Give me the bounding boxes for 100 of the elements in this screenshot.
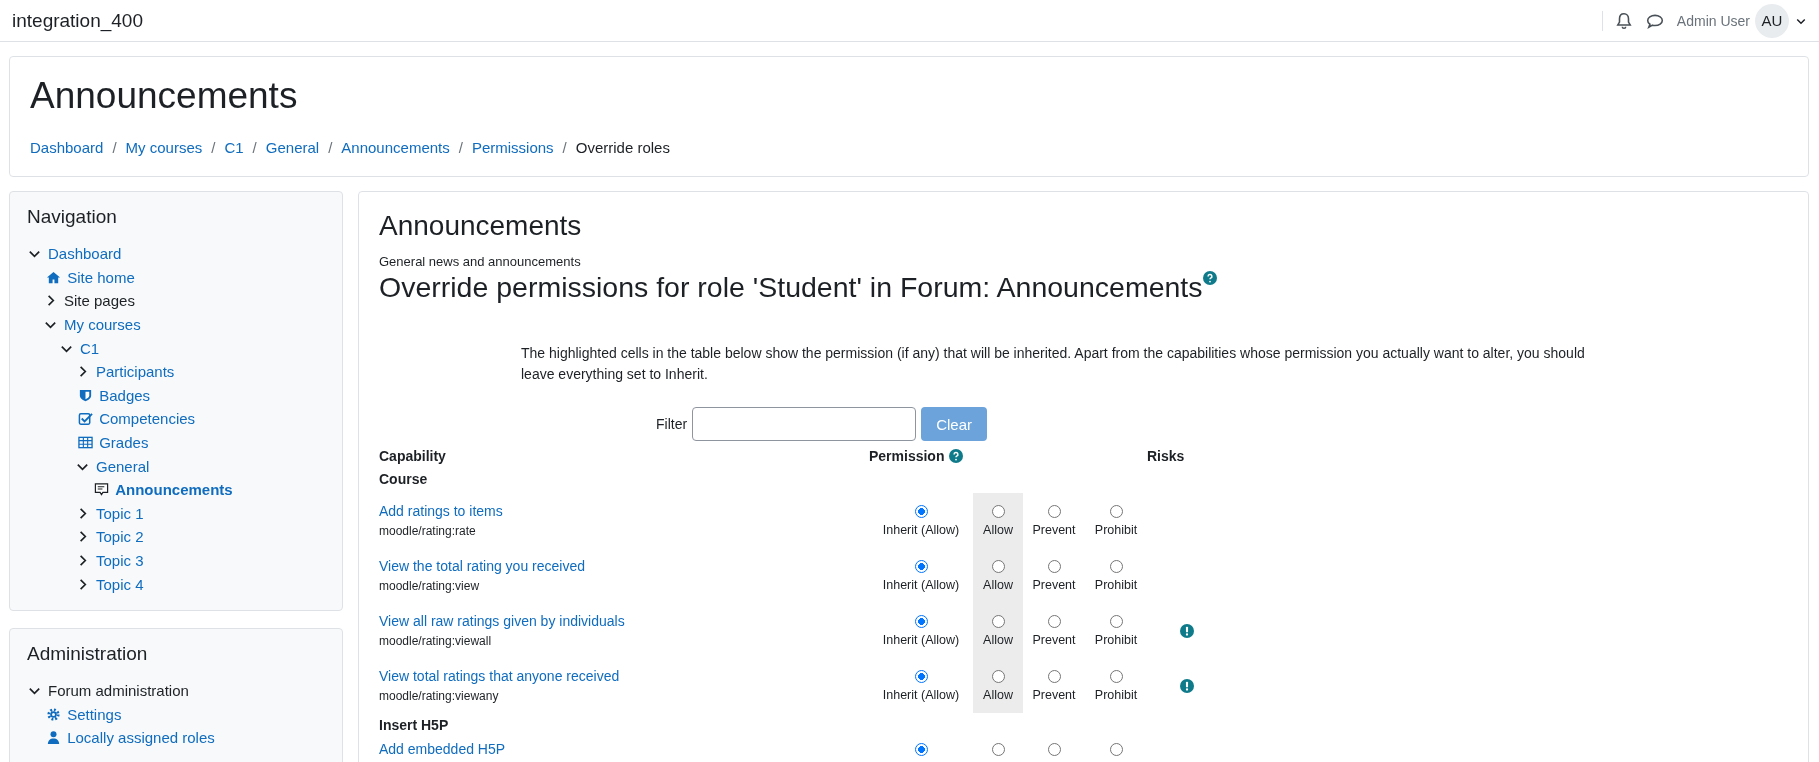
current-page-label: Override roles	[575, 139, 670, 156]
nav-link[interactable]: Participants	[96, 363, 175, 381]
permission-radio[interactable]	[914, 743, 928, 756]
permission-label: Inherit (Allow)	[882, 687, 960, 702]
permission-label: Inherit (Allow)	[882, 522, 960, 537]
permission-radio[interactable]	[1047, 743, 1061, 756]
permission-label: Allow	[983, 577, 1013, 592]
risk-icon	[1180, 678, 1194, 693]
user-avatar[interactable]: AU	[1755, 3, 1789, 38]
breadcrumb-separator: /	[562, 139, 567, 156]
permission-radio[interactable]	[1047, 504, 1061, 518]
permission-label: Inherit (Allow)	[882, 577, 960, 592]
permission-radio[interactable]	[1109, 669, 1123, 683]
filter-label: Filter	[656, 416, 688, 432]
permission-label: Prevent	[1032, 577, 1076, 592]
nav-link[interactable]: Topic 2	[96, 528, 144, 546]
capability-code: moodle/rating:viewall	[379, 634, 492, 648]
breadcrumb-separator: /	[252, 139, 257, 156]
permission-radio[interactable]	[991, 559, 1005, 573]
nav-link[interactable]: Forum administration	[48, 682, 189, 700]
section-heading: Insert H5P	[379, 716, 450, 735]
permission-radio[interactable]	[991, 669, 1005, 683]
permission-radio[interactable]	[1047, 669, 1061, 683]
info-text: The highlighted cells in the table below show the permission (if any) that will be inherited. Apart from the capabilities whose permission you actually want to alter, you should leave everything set to Inherit.	[521, 344, 1586, 384]
table-icon	[78, 435, 94, 451]
permission-label: Prohibit	[1094, 632, 1138, 647]
help-icon[interactable]	[1202, 271, 1217, 285]
permission-radio[interactable]	[991, 504, 1005, 518]
block-title: Administration	[27, 642, 149, 665]
permission-label: Allow	[983, 522, 1013, 537]
nav-link[interactable]: Locally assigned roles	[67, 729, 215, 747]
nav-link[interactable]: Badges	[99, 386, 151, 404]
capability-link[interactable]: View the total rating you received	[379, 558, 585, 574]
breadcrumb-link[interactable]: General	[265, 139, 320, 156]
breadcrumb-separator: /	[112, 139, 117, 156]
capability-code: moodle/rating:view	[379, 579, 480, 593]
shield-icon	[78, 387, 94, 403]
breadcrumb-separator: /	[458, 139, 463, 156]
permission-radio[interactable]	[914, 559, 928, 573]
capability-link[interactable]: Add ratings to items	[379, 503, 503, 519]
column-header: Permission	[869, 448, 945, 464]
risk-icon	[1180, 623, 1194, 638]
activity-description: General news and announcements	[379, 254, 582, 269]
home-icon	[46, 269, 62, 285]
column-header: Risks	[1147, 447, 1186, 466]
nav-link[interactable]: Site pages	[64, 292, 135, 310]
user-name[interactable]: Admin User	[1676, 12, 1750, 29]
speech-bubble-icon	[94, 482, 110, 498]
permission-label: Prohibit	[1094, 687, 1138, 702]
permission-radio[interactable]	[914, 669, 928, 683]
settings-icon	[46, 706, 62, 722]
permission-radio[interactable]	[1109, 743, 1123, 756]
capability-link[interactable]: View all raw ratings given by individuals	[379, 613, 625, 629]
nav-link[interactable]: Announcements	[115, 481, 233, 499]
breadcrumb-link[interactable]: C1	[224, 139, 244, 156]
nav-link[interactable]: Topic 4	[96, 575, 144, 593]
column-header: Capability	[379, 447, 447, 466]
permission-label: Prevent	[1032, 632, 1076, 647]
nav-link[interactable]: Competencies	[99, 410, 196, 428]
permission-radio[interactable]	[1109, 614, 1123, 628]
nav-link[interactable]: Site home	[67, 268, 135, 286]
capability-link[interactable]: View total ratings that anyone received	[379, 668, 620, 684]
permission-radio[interactable]	[1047, 614, 1061, 628]
user-icon	[46, 730, 62, 746]
bell-icon[interactable]	[1614, 11, 1633, 30]
permission-label: Inherit (Allow)	[882, 632, 960, 647]
breadcrumb-link[interactable]: My courses	[125, 139, 203, 156]
activity-title: Announcements	[379, 210, 583, 242]
block-title: Navigation	[27, 206, 118, 228]
permission-radio[interactable]	[991, 614, 1005, 628]
permission-radio[interactable]	[1047, 559, 1061, 573]
nav-link[interactable]: C1	[80, 339, 100, 357]
permission-label: Prevent	[1032, 522, 1076, 537]
permission-radio[interactable]	[991, 743, 1005, 756]
capability-link[interactable]: Add embedded H5P	[379, 741, 506, 757]
help-icon[interactable]	[949, 449, 964, 463]
breadcrumb-link[interactable]: Dashboard	[30, 139, 104, 156]
breadcrumb-link[interactable]: Permissions	[471, 139, 554, 156]
permission-radio[interactable]	[914, 504, 928, 518]
filter-input[interactable]	[692, 407, 917, 441]
site-name[interactable]: integration_400	[12, 9, 1602, 32]
capability-code: moodle/rating:rate	[379, 524, 476, 538]
clear-button[interactable]: Clear	[921, 407, 987, 441]
permission-radio[interactable]	[914, 614, 928, 628]
nav-link[interactable]: Topic 3	[96, 552, 144, 569]
nav-link[interactable]: Topic 1	[96, 504, 144, 522]
checkbox-icon	[78, 411, 94, 427]
section-heading: Course	[379, 470, 429, 489]
permission-label: Prevent	[1032, 687, 1076, 702]
nav-link[interactable]: Dashboard	[48, 245, 122, 263]
nav-link[interactable]: Grades	[99, 434, 149, 452]
nav-link[interactable]: General	[96, 457, 150, 475]
breadcrumb-link[interactable]: Announcements	[341, 139, 450, 156]
permission-radio[interactable]	[1109, 504, 1123, 518]
permission-label: Allow	[983, 687, 1013, 702]
nav-link[interactable]: Settings	[67, 705, 122, 723]
permission-radio[interactable]	[1109, 559, 1123, 573]
permission-label: Prohibit	[1094, 522, 1138, 537]
page-heading: Override permissions for role 'Student' in Forum: Announcements	[379, 271, 1203, 304]
nav-link[interactable]: My courses	[64, 316, 141, 334]
